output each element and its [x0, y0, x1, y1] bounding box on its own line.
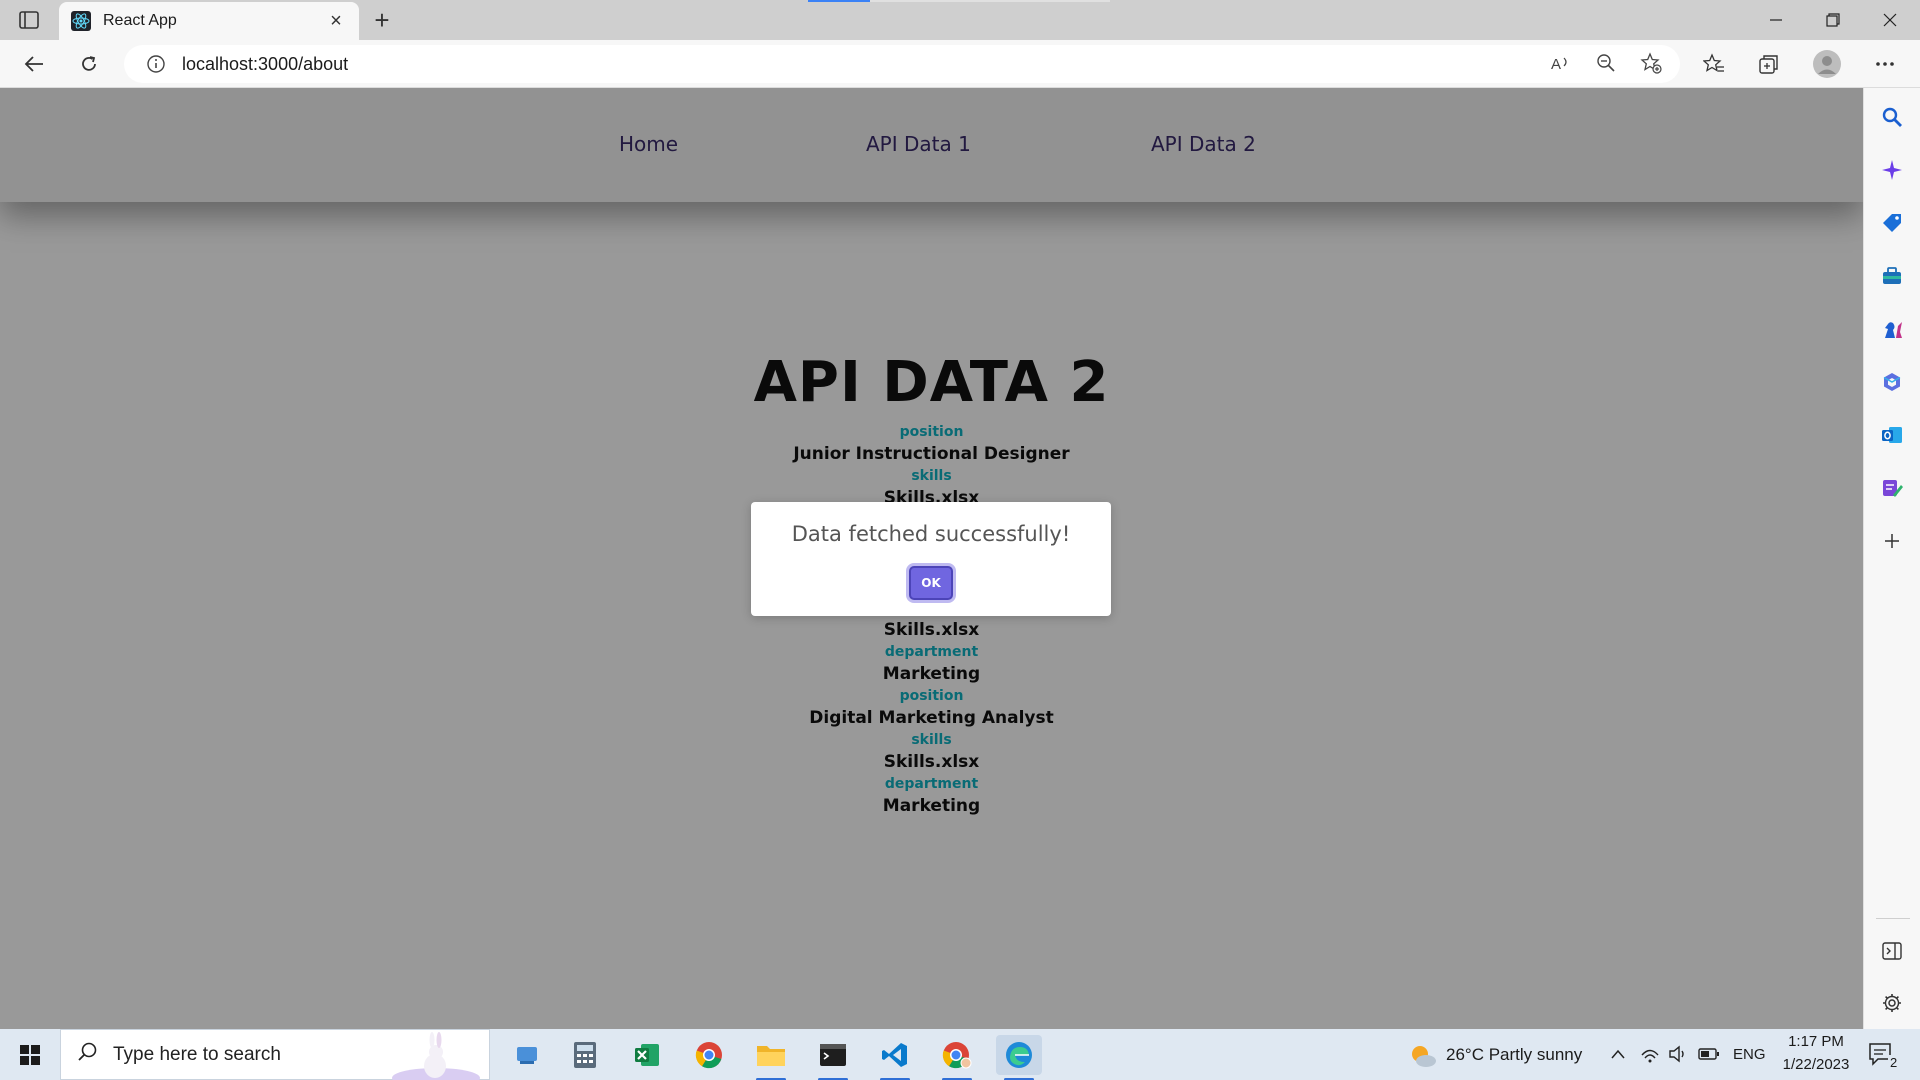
taskbar-app-calculator-icon[interactable]: [562, 1035, 608, 1075]
games-chess-icon[interactable]: [1877, 314, 1907, 344]
weather-text[interactable]: 26°C Partly sunny: [1446, 1045, 1582, 1065]
site-info-icon[interactable]: [146, 54, 166, 74]
drop-edit-icon[interactable]: [1877, 473, 1907, 503]
loading-indicator: [808, 0, 870, 2]
react-logo-icon: [71, 11, 91, 31]
weather-partly-sunny-icon[interactable]: [1409, 1043, 1437, 1074]
search-highlight-bunny-icon: [391, 1032, 481, 1080]
collections-icon[interactable]: [1752, 48, 1786, 80]
clock-date[interactable]: 1/22/2023: [1777, 1056, 1855, 1073]
copilot-sparkle-icon[interactable]: [1877, 155, 1907, 185]
search-icon[interactable]: [1877, 102, 1907, 132]
windows-taskbar: Type here to search 26°C Partly sunny EN…: [0, 1029, 1920, 1080]
minimize-icon[interactable]: [1748, 0, 1804, 40]
tab-title: React App: [103, 12, 177, 29]
hide-sidebar-icon[interactable]: [1877, 936, 1907, 966]
browser-tab-bar: React App × +: [0, 0, 1920, 40]
settings-more-icon[interactable]: [1868, 48, 1902, 80]
close-window-icon[interactable]: [1862, 0, 1918, 40]
tray-overflow-chevron-up-icon[interactable]: [1610, 1047, 1626, 1065]
tab-close-icon[interactable]: ×: [325, 10, 347, 32]
taskbar-app-chrome-icon[interactable]: [686, 1035, 732, 1075]
back-arrow-icon[interactable]: [17, 48, 51, 80]
sidebar-settings-gear-icon[interactable]: [1877, 988, 1907, 1018]
svg-text:A: A: [1551, 56, 1561, 73]
page-viewport: Home API Data 1 API Data 2 API DATA 2 po…: [0, 88, 1863, 1029]
success-dialog: Data fetched successfully! OK: [751, 502, 1111, 616]
taskbar-search-input[interactable]: Type here to search: [60, 1029, 490, 1080]
taskbar-app-chrome-profile-icon[interactable]: [934, 1035, 980, 1080]
loading-track: [870, 0, 1110, 2]
outlook-icon[interactable]: [1877, 420, 1907, 450]
taskbar-app-edge-icon[interactable]: [996, 1035, 1042, 1080]
refresh-icon[interactable]: [72, 48, 106, 80]
taskbar-app-excel-icon[interactable]: [624, 1035, 670, 1075]
search-magnifier-icon: [77, 1041, 99, 1068]
url-text: localhost:3000/about: [182, 53, 349, 74]
language-indicator[interactable]: ENG: [1733, 1046, 1766, 1063]
favorites-icon[interactable]: [1697, 48, 1731, 80]
taskbar-app-file-explorer-icon[interactable]: [748, 1035, 794, 1080]
zoom-out-icon[interactable]: [1592, 49, 1620, 77]
browser-toolbar: localhost:3000/about A: [0, 40, 1920, 88]
tools-briefcase-icon[interactable]: [1877, 261, 1907, 291]
search-placeholder: Type here to search: [113, 1043, 281, 1065]
sidebar-divider: [1876, 918, 1910, 919]
windows-start-icon[interactable]: [0, 1029, 60, 1080]
browser-tab-active[interactable]: React App ×: [59, 2, 359, 40]
restore-icon[interactable]: [1805, 0, 1861, 40]
taskbar-app-terminal-icon[interactable]: [810, 1035, 856, 1080]
taskbar-app-vscode-icon[interactable]: [872, 1035, 918, 1080]
tab-actions-icon[interactable]: [16, 8, 42, 32]
taskbar-app-teams-icon[interactable]: [504, 1035, 550, 1075]
battery-icon[interactable]: [1698, 1047, 1720, 1066]
notification-count-badge: 2: [1888, 1055, 1900, 1070]
read-aloud-icon[interactable]: A: [1547, 49, 1575, 77]
microsoft-365-icon[interactable]: [1877, 367, 1907, 397]
edge-sidebar: [1863, 88, 1920, 1029]
network-wifi-icon[interactable]: [1640, 1045, 1660, 1068]
address-bar[interactable]: localhost:3000/about: [124, 45, 1680, 83]
clock-time[interactable]: 1:17 PM: [1785, 1033, 1847, 1050]
add-favorite-icon[interactable]: [1637, 49, 1665, 77]
shopping-tag-icon[interactable]: [1877, 208, 1907, 238]
ok-button[interactable]: OK: [909, 566, 953, 600]
profile-avatar-icon[interactable]: [1810, 48, 1844, 80]
volume-speaker-icon[interactable]: [1668, 1045, 1688, 1068]
add-sidebar-app-icon[interactable]: [1877, 526, 1907, 556]
dialog-message: Data fetched successfully!: [791, 522, 1071, 546]
new-tab-icon[interactable]: +: [368, 5, 396, 35]
